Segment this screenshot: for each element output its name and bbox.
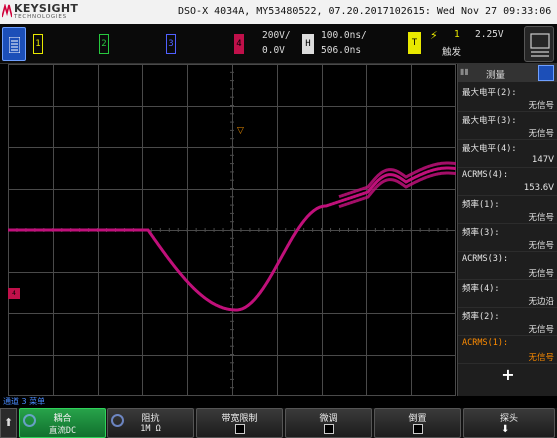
channel-2-button[interactable]: 2 <box>99 34 109 54</box>
measurement-item[interactable]: 频率(1): 无信号 <box>458 196 557 224</box>
trigger-edge-icon: ⚡ <box>430 29 438 42</box>
brand-subtitle: TECHNOLOGIES <box>14 14 67 20</box>
waveform-display[interactable]: 4 ▽ <box>8 64 456 396</box>
measurement-label: ACRMS(4): <box>462 170 509 180</box>
device-info: DSO-X 4034A, MY53480522, 07.20.201710261… <box>178 6 557 17</box>
measurement-value: 147V <box>531 155 554 165</box>
bw-limit-checkbox[interactable] <box>235 424 245 434</box>
measurement-item[interactable]: ACRMS(3): 无信号 <box>458 252 557 280</box>
measurement-item[interactable]: 频率(4): 无边沿 <box>458 280 557 308</box>
coupling-softkey[interactable]: 耦合 直流DC <box>19 408 106 438</box>
panel-tab-icon[interactable]: ▮▮ <box>460 67 469 76</box>
measurement-item[interactable]: 最大电平(2): 无信号 <box>458 84 557 112</box>
channel-4-settings: 200V/ 0.0V <box>262 28 291 58</box>
coupling-title: 耦合 <box>53 414 72 424</box>
measurement-value: 无信号 <box>528 129 554 139</box>
measurement-label: 最大电平(2): <box>462 88 517 98</box>
measurement-label: 最大电平(4): <box>462 144 517 154</box>
trigger-mode: 触发 <box>442 47 462 58</box>
ch4-scale: 200V/ <box>262 30 291 41</box>
measurement-item[interactable]: 频率(2): 无信号 <box>458 308 557 336</box>
fine-checkbox[interactable] <box>324 424 334 434</box>
horizontal-settings: 100.0ns/ 506.0ns <box>321 28 367 58</box>
bw-limit-title: 带宽限制 <box>221 414 258 424</box>
softkey-bar: ⬆ 耦合 直流DC 阻抗 1M Ω 带宽限制 微调 倒置 探头 ⬇ <box>0 408 557 438</box>
main-menu-button[interactable] <box>2 27 26 61</box>
time-scale: 100.0ns/ <box>321 30 367 41</box>
top-banner: KEYSIGHT TECHNOLOGIES DSO-X 4034A, MY534… <box>0 0 557 24</box>
measurement-label: 频率(4): <box>462 284 500 294</box>
measurement-label: 频率(1): <box>462 200 500 210</box>
measurement-label: 频率(2): <box>462 312 500 322</box>
fine-softkey[interactable]: 微调 <box>285 408 372 438</box>
measurement-value: 无信号 <box>528 241 554 251</box>
measurement-item[interactable]: ACRMS(4): 153.6V <box>458 168 557 196</box>
measurement-label: ACRMS(1): <box>462 338 509 348</box>
measurement-value: 无信号 <box>528 325 554 335</box>
measurement-panel: ▮▮ 测量 最大电平(2): 无信号 最大电平(3): 无信号 最大电平(4): 147V… <box>457 64 557 396</box>
impedance-softkey[interactable]: 阻抗 1M Ω <box>107 408 194 438</box>
window-button[interactable] <box>524 26 554 62</box>
measurement-value: 无信号 <box>528 213 554 223</box>
keysight-wave-icon <box>2 4 12 18</box>
channel-4-button[interactable]: 4 <box>234 34 244 54</box>
trigger-position-marker[interactable]: ▽ <box>237 126 244 136</box>
channel-3-button[interactable]: 3 <box>166 34 176 54</box>
measurement-item[interactable]: 最大电平(3): 无信号 <box>458 112 557 140</box>
ch4-offset: 0.0V <box>262 45 285 56</box>
measurement-value: 153.6V <box>523 183 554 193</box>
probe-title: 探头 <box>499 414 518 424</box>
menu-icon <box>9 37 20 53</box>
impedance-title: 阻抗 <box>141 414 160 424</box>
fine-title: 微调 <box>319 414 338 424</box>
impedance-value: 1M Ω <box>140 424 161 434</box>
time-delay: 506.0ns <box>321 45 362 56</box>
channel-bar: 1 2 3 4 200V/ 0.0V H 100.0ns/ 506.0ns T … <box>0 24 557 64</box>
measurement-value: 无信号 <box>528 269 554 279</box>
measurement-item[interactable]: 最大电平(4): 147V <box>458 140 557 168</box>
panel-header: ▮▮ 测量 <box>458 64 557 82</box>
measurement-item[interactable]: 频率(3): 无信号 <box>458 224 557 252</box>
bandwidth-limit-softkey[interactable]: 带宽限制 <box>196 408 283 438</box>
probe-softkey[interactable]: 探头 ⬇ <box>463 408 555 438</box>
back-button[interactable]: ⬆ <box>0 408 17 438</box>
invert-title: 倒置 <box>408 414 427 424</box>
status-text: 通道 3 菜单 <box>3 397 46 406</box>
invert-checkbox[interactable] <box>413 424 423 434</box>
invert-softkey[interactable]: 倒置 <box>374 408 461 438</box>
panel-title: 测量 <box>486 70 506 81</box>
measure-icon[interactable] <box>538 65 554 81</box>
status-line: 通道 3 菜单 <box>0 396 557 408</box>
measurement-value: 无边沿 <box>528 297 554 307</box>
window-icon <box>530 33 550 57</box>
measurement-label: 最大电平(3): <box>462 116 517 126</box>
add-measurement-button[interactable]: + <box>458 362 557 388</box>
coupling-value: 直流DC <box>48 426 77 436</box>
measurement-value: 无信号 <box>528 101 554 111</box>
ch4-ground-marker[interactable]: 4 <box>8 288 20 299</box>
trigger-level: 2.25V <box>475 29 504 40</box>
trigger-button[interactable]: T <box>408 32 421 54</box>
trigger-source: 1 <box>454 29 460 40</box>
channel-1-button[interactable]: 1 <box>33 34 43 54</box>
measurement-item[interactable]: ACRMS(1): 无信号 <box>458 336 557 364</box>
measurement-label: 频率(3): <box>462 228 500 238</box>
arrow-down-icon: ⬇ <box>501 424 510 435</box>
horizontal-button[interactable]: H <box>302 34 314 54</box>
measurement-label: ACRMS(3): <box>462 254 509 264</box>
graticule <box>8 64 456 396</box>
